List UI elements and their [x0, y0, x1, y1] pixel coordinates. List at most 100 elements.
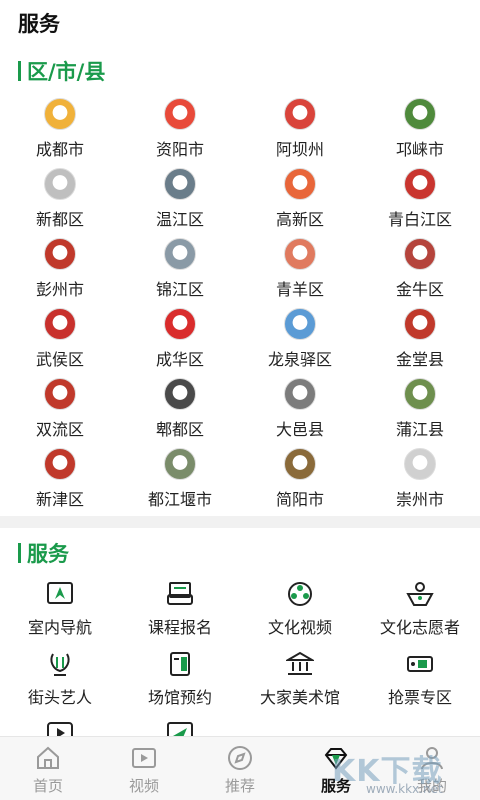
district-item[interactable]: 温江区: [120, 162, 240, 232]
services-heading: 服务: [18, 538, 69, 568]
district-label: 新都区: [35, 210, 84, 229]
diamond-icon: [323, 745, 349, 771]
district-item[interactable]: 金牛区: [360, 232, 480, 302]
district-item[interactable]: 新津区: [0, 442, 120, 512]
district-item[interactable]: 青羊区: [240, 232, 360, 302]
district-grid: 成都市 资阳市 阿坝州 邛崃市新都区 温江区 高新区 青白江区彭州市 锦江区 青羊区 金牛区武侯区…: [0, 92, 480, 512]
district-item[interactable]: 成都市: [0, 92, 120, 162]
district-label: 郫都区: [155, 420, 204, 439]
district-item[interactable]: 锦江区: [120, 232, 240, 302]
gaoxin-emblem-icon: [284, 168, 316, 200]
district-item[interactable]: 简阳市: [240, 442, 360, 512]
service-item[interactable]: 文化视频: [240, 572, 360, 642]
district-item[interactable]: 郫都区: [120, 372, 240, 442]
qingbaijiang-emblem-icon: [404, 168, 436, 200]
jianyang-emblem-icon: [284, 448, 316, 480]
ziyang-emblem-icon: [164, 98, 196, 130]
district-item[interactable]: 高新区: [240, 162, 360, 232]
tab-compass[interactable]: 推荐: [192, 737, 288, 800]
longquanyi-emblem-icon: [284, 308, 316, 340]
page-title: 服务: [18, 12, 60, 36]
partial-service-row: [0, 714, 480, 738]
museum-icon: [285, 650, 315, 678]
pujiang-emblem-icon: [404, 378, 436, 410]
ticket-icon: [405, 650, 435, 678]
course-signup-icon: [165, 580, 195, 608]
district-item[interactable]: 阿坝州: [240, 92, 360, 162]
wenjiang-emblem-icon: [164, 168, 196, 200]
service-item[interactable]: 街头艺人: [0, 642, 120, 712]
jintang-emblem-icon: [404, 308, 436, 340]
tab-home[interactable]: 首页: [0, 737, 96, 800]
user-icon: [419, 745, 445, 771]
service-label: 文化视频: [267, 618, 332, 637]
qingyang-emblem-icon: [284, 238, 316, 270]
district-label: 金牛区: [395, 280, 444, 299]
district-item[interactable]: 金堂县: [360, 302, 480, 372]
pidu-emblem-icon: [164, 378, 196, 410]
jinjiang-emblem-icon: [164, 238, 196, 270]
service-label: 课程报名: [147, 618, 212, 637]
home-icon: [35, 745, 61, 771]
district-label: 大邑县: [275, 420, 324, 439]
service-item[interactable]: 室内导航: [0, 572, 120, 642]
service-label: 大家美术馆: [259, 688, 340, 707]
dayi-emblem-icon: [284, 378, 316, 410]
district-item[interactable]: 龙泉驿区: [240, 302, 360, 372]
tab-label: 推荐: [224, 777, 255, 795]
dujiangyan-emblem-icon: [164, 448, 196, 480]
tab-user[interactable]: 我的: [384, 737, 480, 800]
tab-label: 首页: [32, 777, 63, 795]
district-item[interactable]: 邛崃市: [360, 92, 480, 162]
district-label: 青羊区: [275, 280, 324, 299]
heading-accent-bar: [18, 61, 21, 81]
district-item[interactable]: 大邑县: [240, 372, 360, 442]
district-item[interactable]: 双流区: [0, 372, 120, 442]
jinniu-emblem-icon: [404, 238, 436, 270]
bottom-tab-bar: 首页 视频 推荐 服务 我的: [0, 736, 480, 800]
district-label: 新津区: [35, 490, 84, 509]
district-label: 龙泉驿区: [267, 350, 332, 369]
section-divider: [0, 516, 480, 528]
service-item[interactable]: 课程报名: [120, 572, 240, 642]
tab-label: 服务: [320, 777, 351, 795]
district-label: 青白江区: [387, 210, 452, 229]
service-item[interactable]: 场馆预约: [120, 642, 240, 712]
chengdu-emblem-icon: [44, 98, 76, 130]
district-item[interactable]: 都江堰市: [120, 442, 240, 512]
film-reel-icon: [285, 580, 315, 608]
district-item[interactable]: 崇州市: [360, 442, 480, 512]
heading-accent-bar: [18, 543, 21, 563]
district-item[interactable]: 武侯区: [0, 302, 120, 372]
service-item[interactable]: 文化志愿者: [360, 572, 480, 642]
chenghua-emblem-icon: [164, 308, 196, 340]
district-label: 锦江区: [155, 280, 204, 299]
services-heading-label: 服务: [27, 542, 69, 566]
district-label: 简阳市: [275, 490, 324, 509]
xindu-emblem-icon: [44, 168, 76, 200]
district-item[interactable]: 成华区: [120, 302, 240, 372]
service-label: 场馆预约: [147, 688, 212, 707]
district-item[interactable]: 资阳市: [120, 92, 240, 162]
districts-heading: 区/市/县: [18, 56, 105, 86]
district-label: 都江堰市: [147, 490, 212, 509]
district-label: 蒲江县: [395, 420, 444, 439]
district-item[interactable]: 新都区: [0, 162, 120, 232]
service-label: 文化志愿者: [379, 618, 460, 637]
service-grid: 室内导航 课程报名 文化视频 文化志愿者街头艺人 场馆预约 大家美术馆 抢票专区: [0, 572, 480, 712]
district-item[interactable]: 青白江区: [360, 162, 480, 232]
district-item[interactable]: 彭州市: [0, 232, 120, 302]
district-label: 双流区: [35, 420, 84, 439]
compass-icon: [227, 745, 253, 771]
service-item[interactable]: 大家美术馆: [240, 642, 360, 712]
district-label: 资阳市: [155, 140, 204, 159]
district-label: 温江区: [155, 210, 204, 229]
tab-diamond[interactable]: 服务: [288, 737, 384, 800]
video-icon: [131, 745, 157, 771]
service-item[interactable]: 抢票专区: [360, 642, 480, 712]
district-item[interactable]: 蒲江县: [360, 372, 480, 442]
district-label: 崇州市: [395, 490, 444, 509]
district-label: 邛崃市: [395, 140, 444, 159]
tab-video[interactable]: 视频: [96, 737, 192, 800]
tab-label: 我的: [416, 777, 447, 795]
